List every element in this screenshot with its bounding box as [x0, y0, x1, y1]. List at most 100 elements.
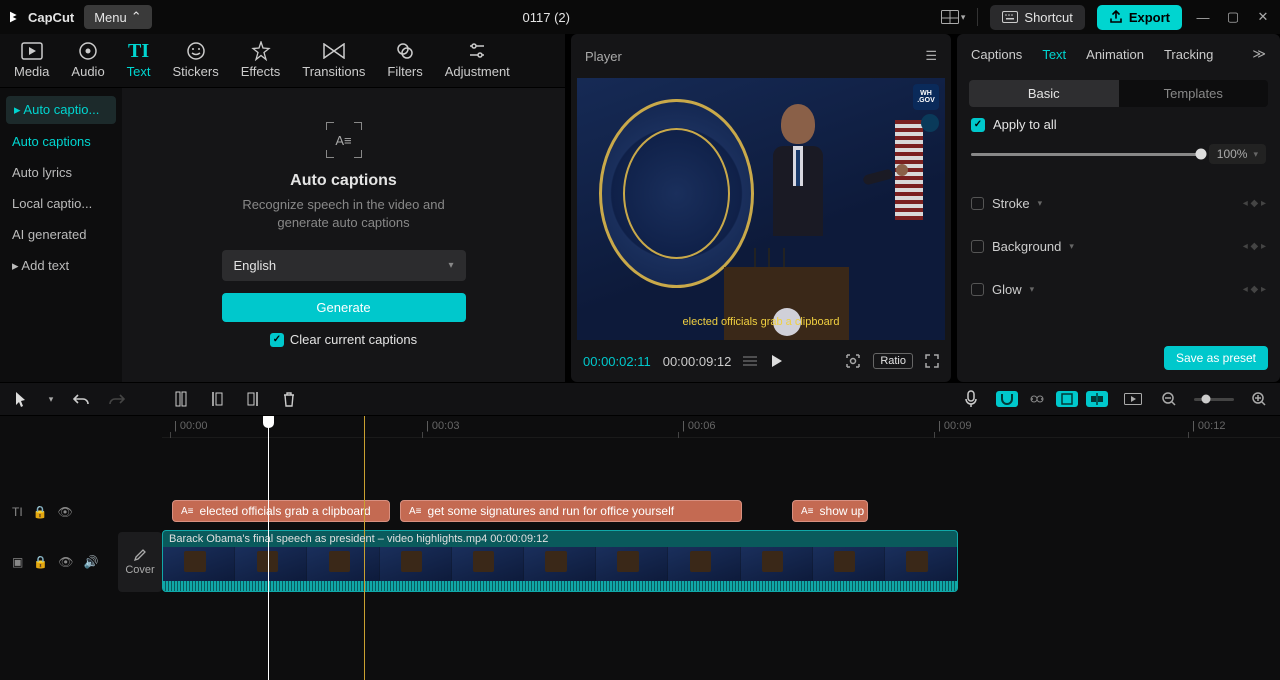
timeline-ruler[interactable]: | 00:00 | 00:03 | 00:06 | 00:09 | 00:12 [162, 416, 1280, 438]
cover-button[interactable]: Cover [118, 532, 162, 592]
generate-button[interactable]: Generate [222, 293, 466, 322]
sidebar-item-ai-generated[interactable]: AI generated [0, 219, 122, 250]
opacity-value[interactable]: 100%▾ [1209, 144, 1266, 164]
caption-clip-text: get some signatures and run for office y… [428, 504, 675, 518]
magnet-main-toggle[interactable] [996, 391, 1018, 407]
fullscreen-icon[interactable] [925, 354, 939, 368]
tab-transitions[interactable]: Transitions [292, 36, 375, 87]
glow-checkbox[interactable] [971, 283, 984, 296]
pointer-tool[interactable] [10, 388, 32, 410]
zoom-slider[interactable] [1194, 398, 1234, 401]
lock-icon[interactable]: 🔒 [33, 505, 48, 519]
minimize-button[interactable]: — [1194, 10, 1212, 25]
menu-label: Menu [94, 10, 127, 25]
close-button[interactable]: ✕ [1254, 9, 1272, 25]
caption-clip[interactable]: A≡ get some signatures and run for office… [400, 500, 742, 522]
sidebar-header-auto-captions[interactable]: ▸ Auto captio... [6, 96, 116, 124]
prop-glow[interactable]: Glow▾◂ ◆ ▸ [971, 268, 1266, 311]
shortcut-button[interactable]: Shortcut [990, 5, 1084, 30]
player-menu-icon[interactable]: ☰ [925, 48, 937, 64]
redo-button[interactable] [106, 388, 128, 410]
play-button[interactable] [769, 354, 783, 368]
ratio-button[interactable]: Ratio [873, 353, 913, 369]
layout-button[interactable]: ▾ [941, 10, 966, 24]
auto-captions-icon: A≡ [326, 122, 362, 158]
tab-audio[interactable]: Audio [61, 36, 114, 87]
caption-clip[interactable]: A≡elected officials grab a clipboard [172, 500, 390, 522]
stroke-checkbox[interactable] [971, 197, 984, 210]
caption-clip-text: elected officials grab a clipboard [200, 504, 371, 518]
chevron-down-icon: ▾ [448, 260, 453, 271]
prop-nav[interactable]: ◂ ◆ ▸ [1243, 284, 1266, 295]
background-checkbox[interactable] [971, 240, 984, 253]
sidebar-item-local-captions[interactable]: Local captio... [0, 188, 122, 219]
player-viewport[interactable]: WH .GOV elected officials grab a clipboa… [577, 78, 945, 340]
pointer-dropdown[interactable]: ▾ [46, 388, 56, 410]
duration-time: 00:00:09:12 [663, 354, 732, 369]
apply-to-all-checkbox[interactable]: ✓ [971, 118, 985, 132]
apply-to-all-row[interactable]: ✓ Apply to all [971, 117, 1266, 132]
mic-button[interactable] [960, 388, 982, 410]
adjustment-icon [467, 40, 487, 62]
rp-tab-text[interactable]: Text [1042, 47, 1066, 62]
video-track-icon[interactable]: ▣ [12, 555, 23, 569]
magnet-link-toggle[interactable] [1026, 391, 1048, 407]
speaker-icon[interactable]: 🔊 [84, 555, 99, 569]
zoom-out-button[interactable] [1158, 388, 1180, 410]
language-select[interactable]: English ▾ [222, 250, 466, 281]
rp-subtab-templates[interactable]: Templates [1119, 80, 1269, 107]
split-button[interactable] [170, 388, 192, 410]
undo-button[interactable] [70, 388, 92, 410]
caption-clip[interactable]: A≡show up [792, 500, 868, 522]
prop-background[interactable]: Background▾◂ ◆ ▸ [971, 225, 1266, 268]
delete-button[interactable] [278, 388, 300, 410]
app-name: CapCut [28, 10, 74, 25]
sidebar-item-auto-captions[interactable]: Auto captions [0, 126, 122, 157]
tab-text[interactable]: TIText [117, 36, 161, 87]
playhead[interactable] [268, 416, 269, 680]
video-clip[interactable]: Barack Obama's final speech as president… [162, 530, 958, 592]
rp-subtab-basic[interactable]: Basic [969, 80, 1119, 107]
prop-nav[interactable]: ◂ ◆ ▸ [1243, 198, 1266, 209]
eye-icon[interactable]: 👁 [58, 505, 73, 519]
snap-toggle-2[interactable] [1086, 391, 1108, 407]
video-clip-label: Barack Obama's final speech as president… [169, 533, 548, 545]
trim-left-button[interactable] [206, 388, 228, 410]
sidebar-item-auto-lyrics[interactable]: Auto lyrics [0, 157, 122, 188]
apply-to-all-label: Apply to all [993, 117, 1057, 132]
effects-icon [251, 40, 271, 62]
preview-button[interactable] [1122, 388, 1144, 410]
rp-tab-captions[interactable]: Captions [971, 47, 1022, 62]
prop-nav[interactable]: ◂ ◆ ▸ [1243, 241, 1266, 252]
snap-toggle-1[interactable] [1056, 391, 1078, 407]
tab-effects[interactable]: Effects [231, 36, 291, 87]
rp-more-icon[interactable]: ≫ [1252, 46, 1266, 62]
tab-filters[interactable]: Filters [377, 36, 432, 87]
lock-icon[interactable]: 🔒 [33, 555, 48, 569]
export-button[interactable]: Export [1097, 5, 1182, 30]
text-track-icon[interactable]: TI [12, 505, 23, 519]
rp-tab-tracking[interactable]: Tracking [1164, 47, 1213, 62]
zoom-in-button[interactable] [1248, 388, 1270, 410]
tab-media[interactable]: Media [4, 36, 59, 87]
chevron-down-icon: ▾ [1038, 198, 1043, 209]
rp-tab-animation[interactable]: Animation [1086, 47, 1144, 62]
sidebar-item-add-text[interactable]: ▸ Add text [0, 250, 122, 282]
tab-adjustment[interactable]: Adjustment [435, 36, 520, 87]
eye-icon[interactable]: 👁 [58, 555, 73, 569]
tab-stickers[interactable]: Stickers [163, 36, 229, 87]
clear-captions-row[interactable]: ✓ Clear current captions [270, 332, 417, 347]
prop-stroke[interactable]: Stroke▾◂ ◆ ▸ [971, 182, 1266, 225]
save-preset-button[interactable]: Save as preset [1164, 346, 1268, 370]
caption-clip-icon: A≡ [409, 506, 422, 517]
auto-captions-panel: A≡ Auto captions Recognize speech in the… [122, 88, 565, 382]
scan-icon[interactable] [845, 353, 861, 369]
auto-captions-title: Auto captions [290, 172, 397, 190]
list-icon[interactable] [743, 355, 757, 367]
video-track: ▣ 🔒 👁 🔊 Cover Barack Obama's final speec… [0, 528, 1280, 596]
trim-right-button[interactable] [242, 388, 264, 410]
maximize-button[interactable]: ▢ [1224, 9, 1242, 25]
menu-button[interactable]: Menu ⌃ [84, 5, 151, 29]
opacity-slider[interactable] [971, 153, 1201, 156]
clear-captions-checkbox[interactable]: ✓ [270, 333, 284, 347]
